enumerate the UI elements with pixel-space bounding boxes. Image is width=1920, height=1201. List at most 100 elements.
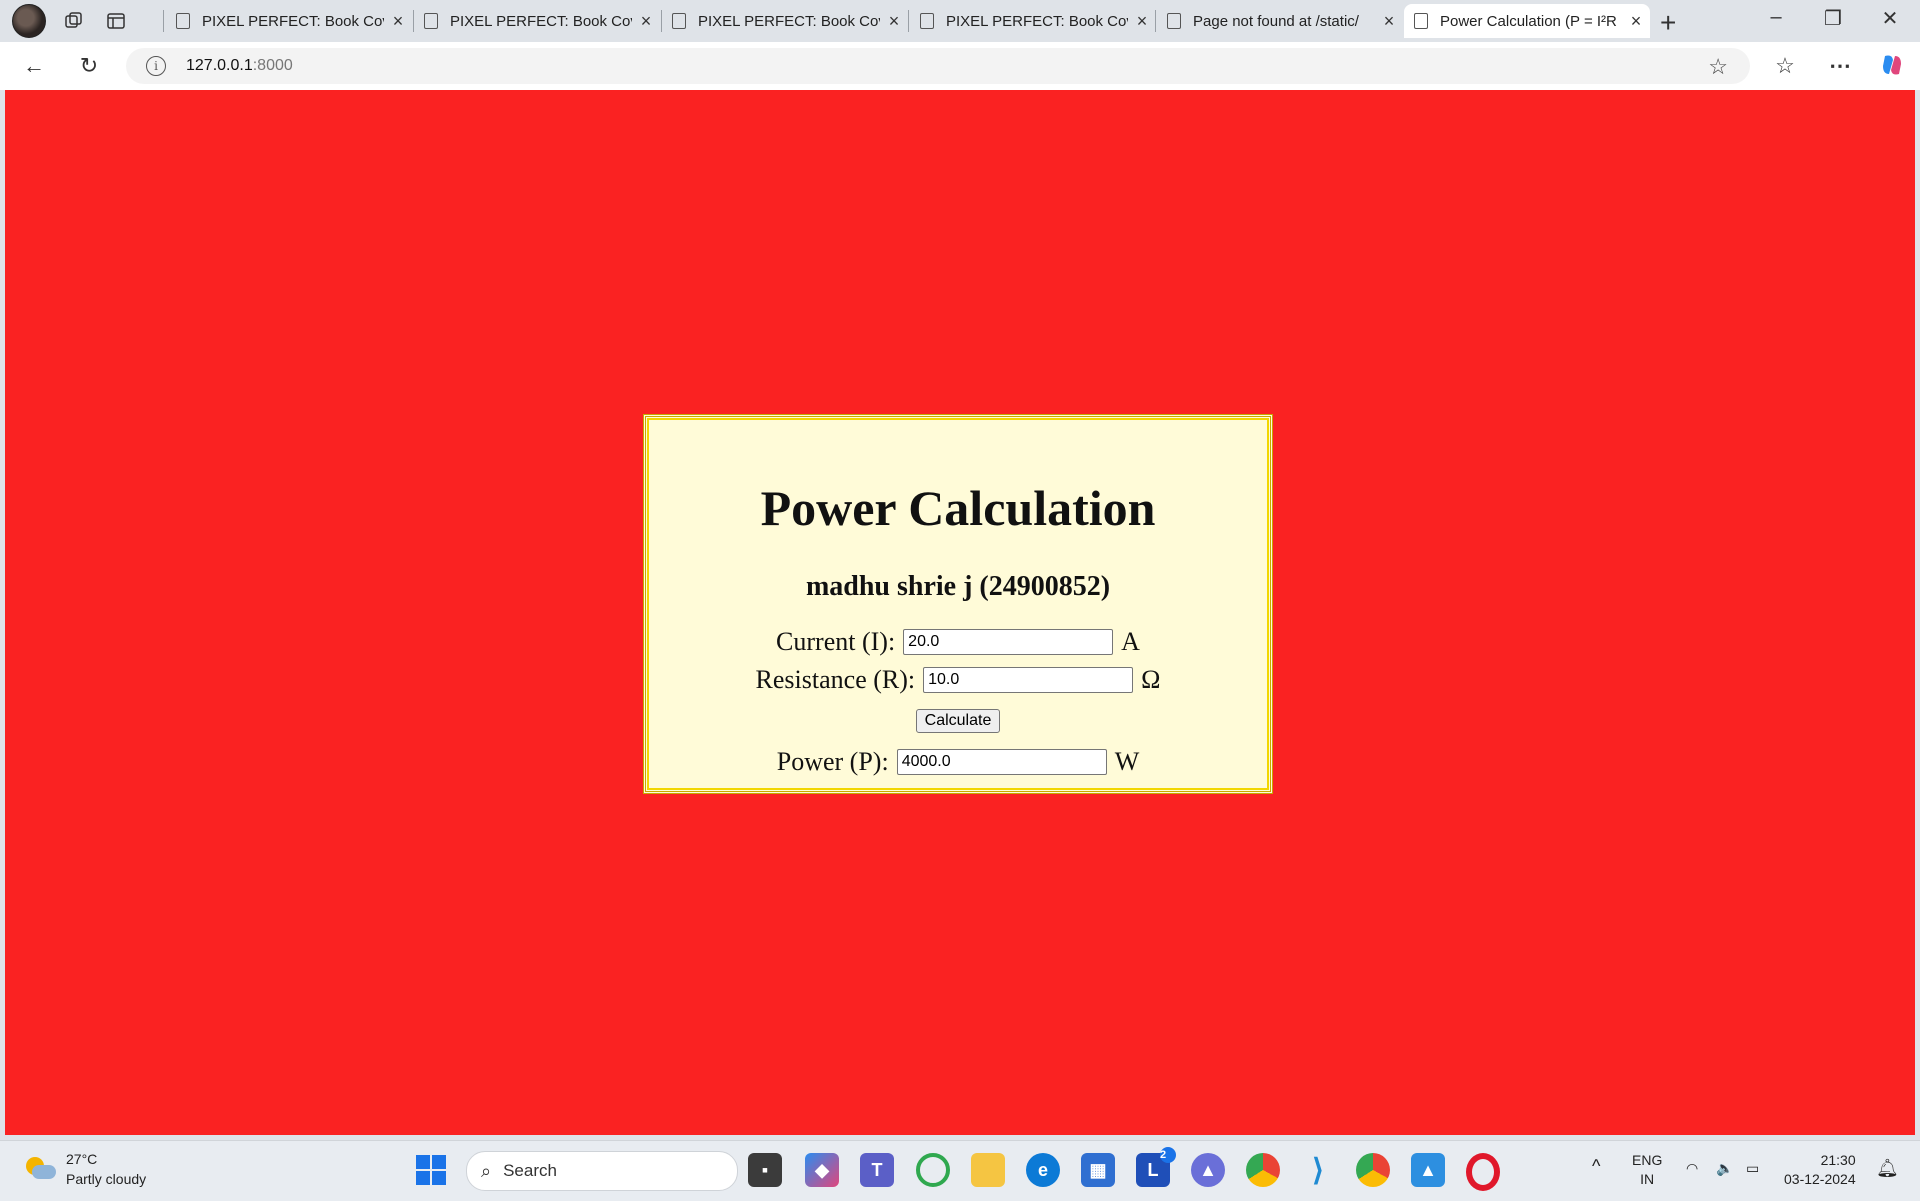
copilot-icon[interactable]	[1878, 52, 1906, 80]
power-label: Power (P):	[776, 747, 889, 776]
resistance-row: Resistance (R): Ω	[646, 661, 1270, 699]
address-bar[interactable]: i 127.0.0.1:8000 ☆	[126, 48, 1750, 84]
tab-title: PIXEL PERFECT: Book Cov	[946, 12, 1128, 30]
profile-avatar[interactable]	[12, 4, 46, 38]
refresh-button[interactable]: ↻	[75, 52, 103, 80]
site-info-icon[interactable]: i	[146, 56, 166, 76]
folder-icon[interactable]	[971, 1153, 1005, 1187]
clock-time: 21:30	[1820, 1152, 1856, 1168]
file-explorer-dark-icon[interactable]: ▪	[748, 1153, 782, 1187]
tab-actions-icon[interactable]	[102, 7, 130, 35]
weather-desc: Partly cloudy	[66, 1171, 147, 1187]
browser-tab[interactable]: PIXEL PERFECT: Book Cov ×	[662, 4, 908, 38]
close-tab-icon[interactable]: ×	[1622, 11, 1650, 32]
search-label: Search	[503, 1161, 557, 1180]
page-title: Power Calculation	[760, 480, 1156, 536]
current-label: Current (I):	[776, 627, 896, 656]
language-indicator[interactable]: ENG IN	[1632, 1151, 1662, 1189]
calculator-card: Power Calculation madhu shrie j (2490085…	[643, 414, 1273, 794]
page-viewport: Power Calculation madhu shrie j (2490085…	[5, 90, 1915, 1135]
tab-strip: PIXEL PERFECT: Book Cov × PIXEL PERFECT:…	[0, 0, 1920, 42]
close-tab-icon[interactable]: ×	[1375, 11, 1403, 32]
workspaces-icon[interactable]	[60, 7, 88, 35]
calculate-row: Calculate	[646, 699, 1270, 743]
close-tab-icon[interactable]: ×	[384, 11, 412, 32]
page-icon	[920, 13, 934, 29]
circle-app-icon[interactable]	[916, 1153, 950, 1187]
language-line1: ENG	[1632, 1152, 1663, 1168]
tab-title: Page not found at /static/	[1193, 12, 1359, 30]
weather-temp: 27°C	[66, 1151, 98, 1167]
weather-widget[interactable]: 27°C Partly cloudy	[24, 1149, 146, 1189]
resistance-unit: Ω	[1141, 665, 1161, 694]
search-icon: ⌕	[481, 1160, 492, 1181]
close-tab-icon[interactable]: ×	[1128, 11, 1156, 32]
tab-title: Power Calculation (P = I²R	[1440, 12, 1617, 30]
current-input[interactable]	[903, 629, 1114, 655]
photos-icon[interactable]: ▲	[1411, 1153, 1445, 1187]
close-tab-icon[interactable]: ×	[880, 11, 908, 32]
start-windows-icon[interactable]	[416, 1155, 446, 1185]
vscode-icon[interactable]: ⟩	[1301, 1153, 1335, 1187]
url-host: 127.0.0.1	[186, 57, 253, 74]
browser-tab-active[interactable]: Power Calculation (P = I²R ×	[1404, 4, 1650, 38]
power-output[interactable]	[896, 749, 1107, 775]
current-row: Current (I): A	[646, 623, 1270, 661]
tab-title: PIXEL PERFECT: Book Cov	[202, 12, 384, 30]
power-unit: W	[1114, 747, 1140, 776]
tab-separator	[1155, 10, 1156, 32]
delta-app-icon[interactable]: ▲	[1191, 1153, 1225, 1187]
tab-title: PIXEL PERFECT: Book Cov	[450, 12, 632, 30]
current-unit: A	[1121, 627, 1140, 656]
new-tab-button[interactable]: +	[1660, 7, 1676, 39]
chrome-icon[interactable]	[1246, 1153, 1280, 1187]
wifi-icon[interactable]: ◠	[1686, 1159, 1698, 1178]
tab-separator	[163, 10, 164, 32]
store-icon[interactable]: ▦	[1081, 1153, 1115, 1187]
calculate-button[interactable]: Calculate	[915, 709, 1001, 733]
page-icon	[424, 13, 438, 29]
teams-icon[interactable]: T	[860, 1153, 894, 1187]
chrome-profile-icon[interactable]	[1356, 1153, 1390, 1187]
favorites-icon[interactable]: ☆	[1771, 52, 1799, 80]
minimize-button[interactable]: –	[1748, 6, 1804, 29]
browser-toolbar: ← ↻ i 127.0.0.1:8000 ☆ ☆ ⋯	[0, 42, 1920, 90]
l-app-icon[interactable]: L2	[1136, 1147, 1176, 1187]
partly-cloudy-icon	[24, 1155, 56, 1183]
back-button[interactable]: ←	[20, 52, 48, 80]
volume-icon[interactable]: 🔈	[1716, 1159, 1733, 1178]
notification-badge: 2	[1160, 1147, 1176, 1163]
copilot-icon[interactable]: ◆	[805, 1153, 839, 1187]
resistance-input[interactable]	[923, 667, 1134, 693]
clock[interactable]: 21:30 03-12-2024	[1784, 1151, 1856, 1189]
browser-tab[interactable]: PIXEL PERFECT: Book Cov ×	[910, 4, 1156, 38]
tab-title: PIXEL PERFECT: Book Cov	[698, 12, 880, 30]
notification-bell-icon[interactable]: 🔔︎	[1876, 1159, 1899, 1178]
clock-date: 03-12-2024	[1784, 1171, 1856, 1187]
close-tab-icon[interactable]: ×	[632, 11, 660, 32]
restore-button[interactable]: ❐	[1805, 6, 1861, 31]
browser-tab[interactable]: PIXEL PERFECT: Book Cov ×	[166, 4, 412, 38]
power-row: Power (P): W	[646, 743, 1270, 781]
author-subtitle: madhu shrie j (24900852)	[805, 571, 1111, 602]
url-text: 127.0.0.1:8000	[186, 57, 293, 75]
url-port: :8000	[252, 57, 293, 74]
favorite-star-icon[interactable]: ☆	[1708, 54, 1728, 80]
page-icon	[176, 13, 190, 29]
page-icon	[672, 13, 686, 29]
battery-icon[interactable]: ▭	[1746, 1159, 1759, 1178]
browser-tab[interactable]: Page not found at /static/ ×	[1157, 4, 1403, 38]
opera-icon[interactable]	[1466, 1153, 1500, 1191]
resistance-label: Resistance (R):	[755, 665, 916, 694]
close-window-button[interactable]: ✕	[1862, 6, 1918, 31]
edge-icon[interactable]: e	[1026, 1153, 1060, 1187]
page-icon	[1167, 13, 1181, 29]
more-options-icon[interactable]: ⋯	[1826, 52, 1854, 80]
browser-tab[interactable]: PIXEL PERFECT: Book Cov ×	[414, 4, 660, 38]
chevron-up-icon[interactable]: ^	[1592, 1157, 1600, 1176]
language-line2: IN	[1640, 1171, 1655, 1187]
taskbar-search[interactable]: ⌕ Search	[466, 1151, 738, 1191]
page-icon	[1414, 13, 1428, 29]
tab-separator	[908, 10, 909, 32]
windows-taskbar: 27°C Partly cloudy ⌕ Search ▪ ◆ T e ▦ L2…	[0, 1140, 1920, 1201]
